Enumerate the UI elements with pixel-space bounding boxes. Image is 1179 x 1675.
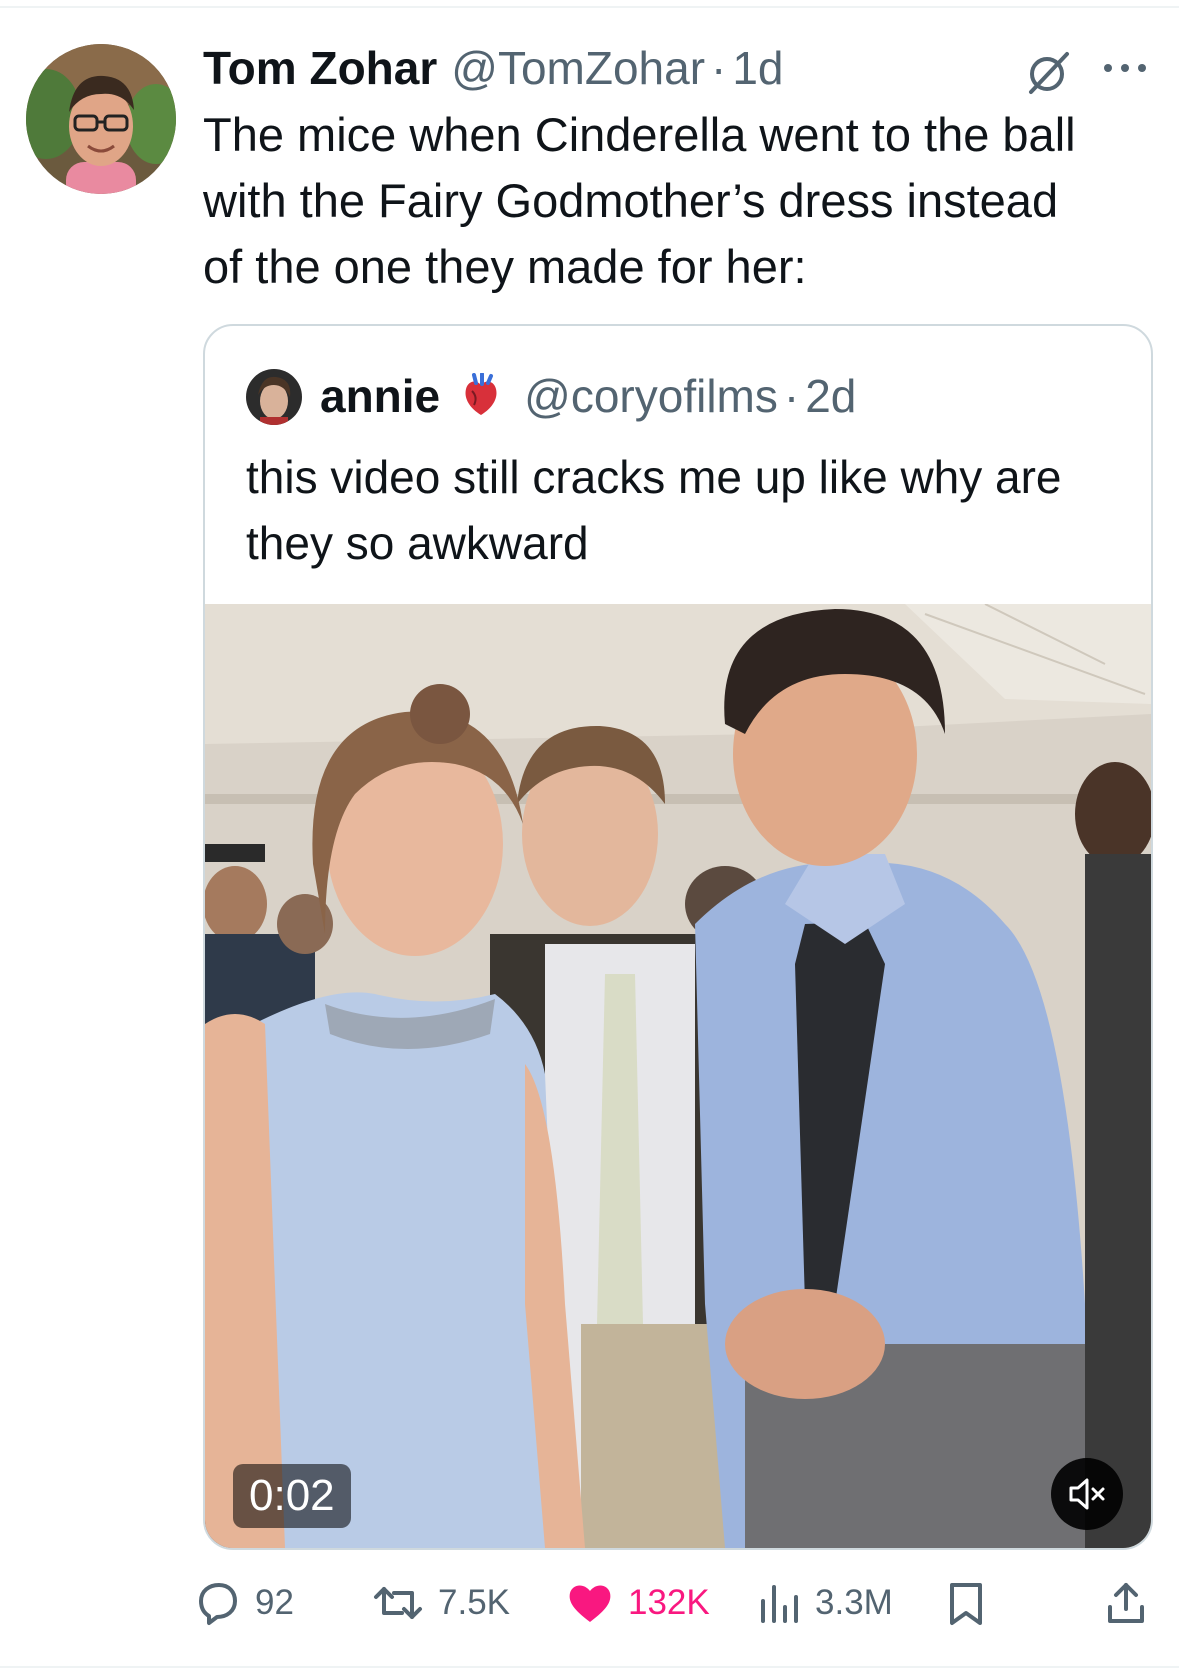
quoted-separator-dot: ·	[783, 370, 800, 422]
bottom-divider	[0, 1666, 1179, 1668]
anatomical-heart-emoji	[465, 373, 497, 415]
views-icon	[761, 1585, 798, 1623]
quoted-author-name[interactable]: annie	[320, 366, 440, 426]
repost-button[interactable]: 7.5K	[372, 1568, 510, 1638]
quoted-tweet-time[interactable]: 2d	[805, 366, 856, 426]
share-button[interactable]	[1104, 1568, 1162, 1638]
top-divider	[0, 6, 1179, 8]
views-count: 3.3M	[815, 1583, 893, 1622]
grok-icon[interactable]	[1025, 48, 1073, 96]
reply-button[interactable]: 92	[193, 1568, 294, 1638]
share-icon	[1108, 1583, 1144, 1623]
author-handle[interactable]: @TomZohar	[451, 38, 705, 98]
like-count: 132K	[628, 1583, 710, 1622]
author-name[interactable]: Tom Zohar	[203, 38, 437, 98]
bookmark-button[interactable]	[946, 1568, 1000, 1638]
more-icon[interactable]	[1100, 60, 1150, 76]
video-player[interactable]: 0:02	[205, 604, 1151, 1548]
video-frame	[205, 604, 1151, 1548]
bookmark-icon	[950, 1583, 982, 1625]
like-button[interactable]: 132K	[566, 1568, 710, 1638]
views-button[interactable]: 3.3M	[757, 1568, 893, 1638]
reply-count: 92	[255, 1583, 294, 1622]
quoted-tweet-header: annie @coryofilms · 2d	[320, 366, 856, 426]
quoted-author-handle[interactable]: @coryofilms	[524, 366, 778, 426]
separator-dot: ·	[711, 42, 727, 94]
author-avatar[interactable]	[26, 44, 176, 194]
quoted-tweet-text: this video still cracks me up like why a…	[246, 451, 1062, 569]
heart-icon	[569, 1585, 611, 1622]
action-bar: 92 7.5K 132K 3.3M	[0, 1568, 1179, 1638]
mute-icon[interactable]	[1051, 1458, 1123, 1530]
tweet-header: Tom Zohar @TomZohar · 1d	[203, 38, 784, 98]
quoted-tweet[interactable]: annie @coryofilms · 2d this video still …	[203, 324, 1153, 1550]
repost-count: 7.5K	[438, 1583, 510, 1622]
tweet-time[interactable]: 1d	[732, 38, 783, 98]
video-timestamp: 0:02	[233, 1464, 351, 1528]
tweet-text: The mice when Cinderella went to the bal…	[203, 108, 1076, 293]
reply-icon	[199, 1583, 237, 1625]
repost-icon	[374, 1587, 422, 1619]
quoted-author-avatar[interactable]	[246, 369, 302, 425]
